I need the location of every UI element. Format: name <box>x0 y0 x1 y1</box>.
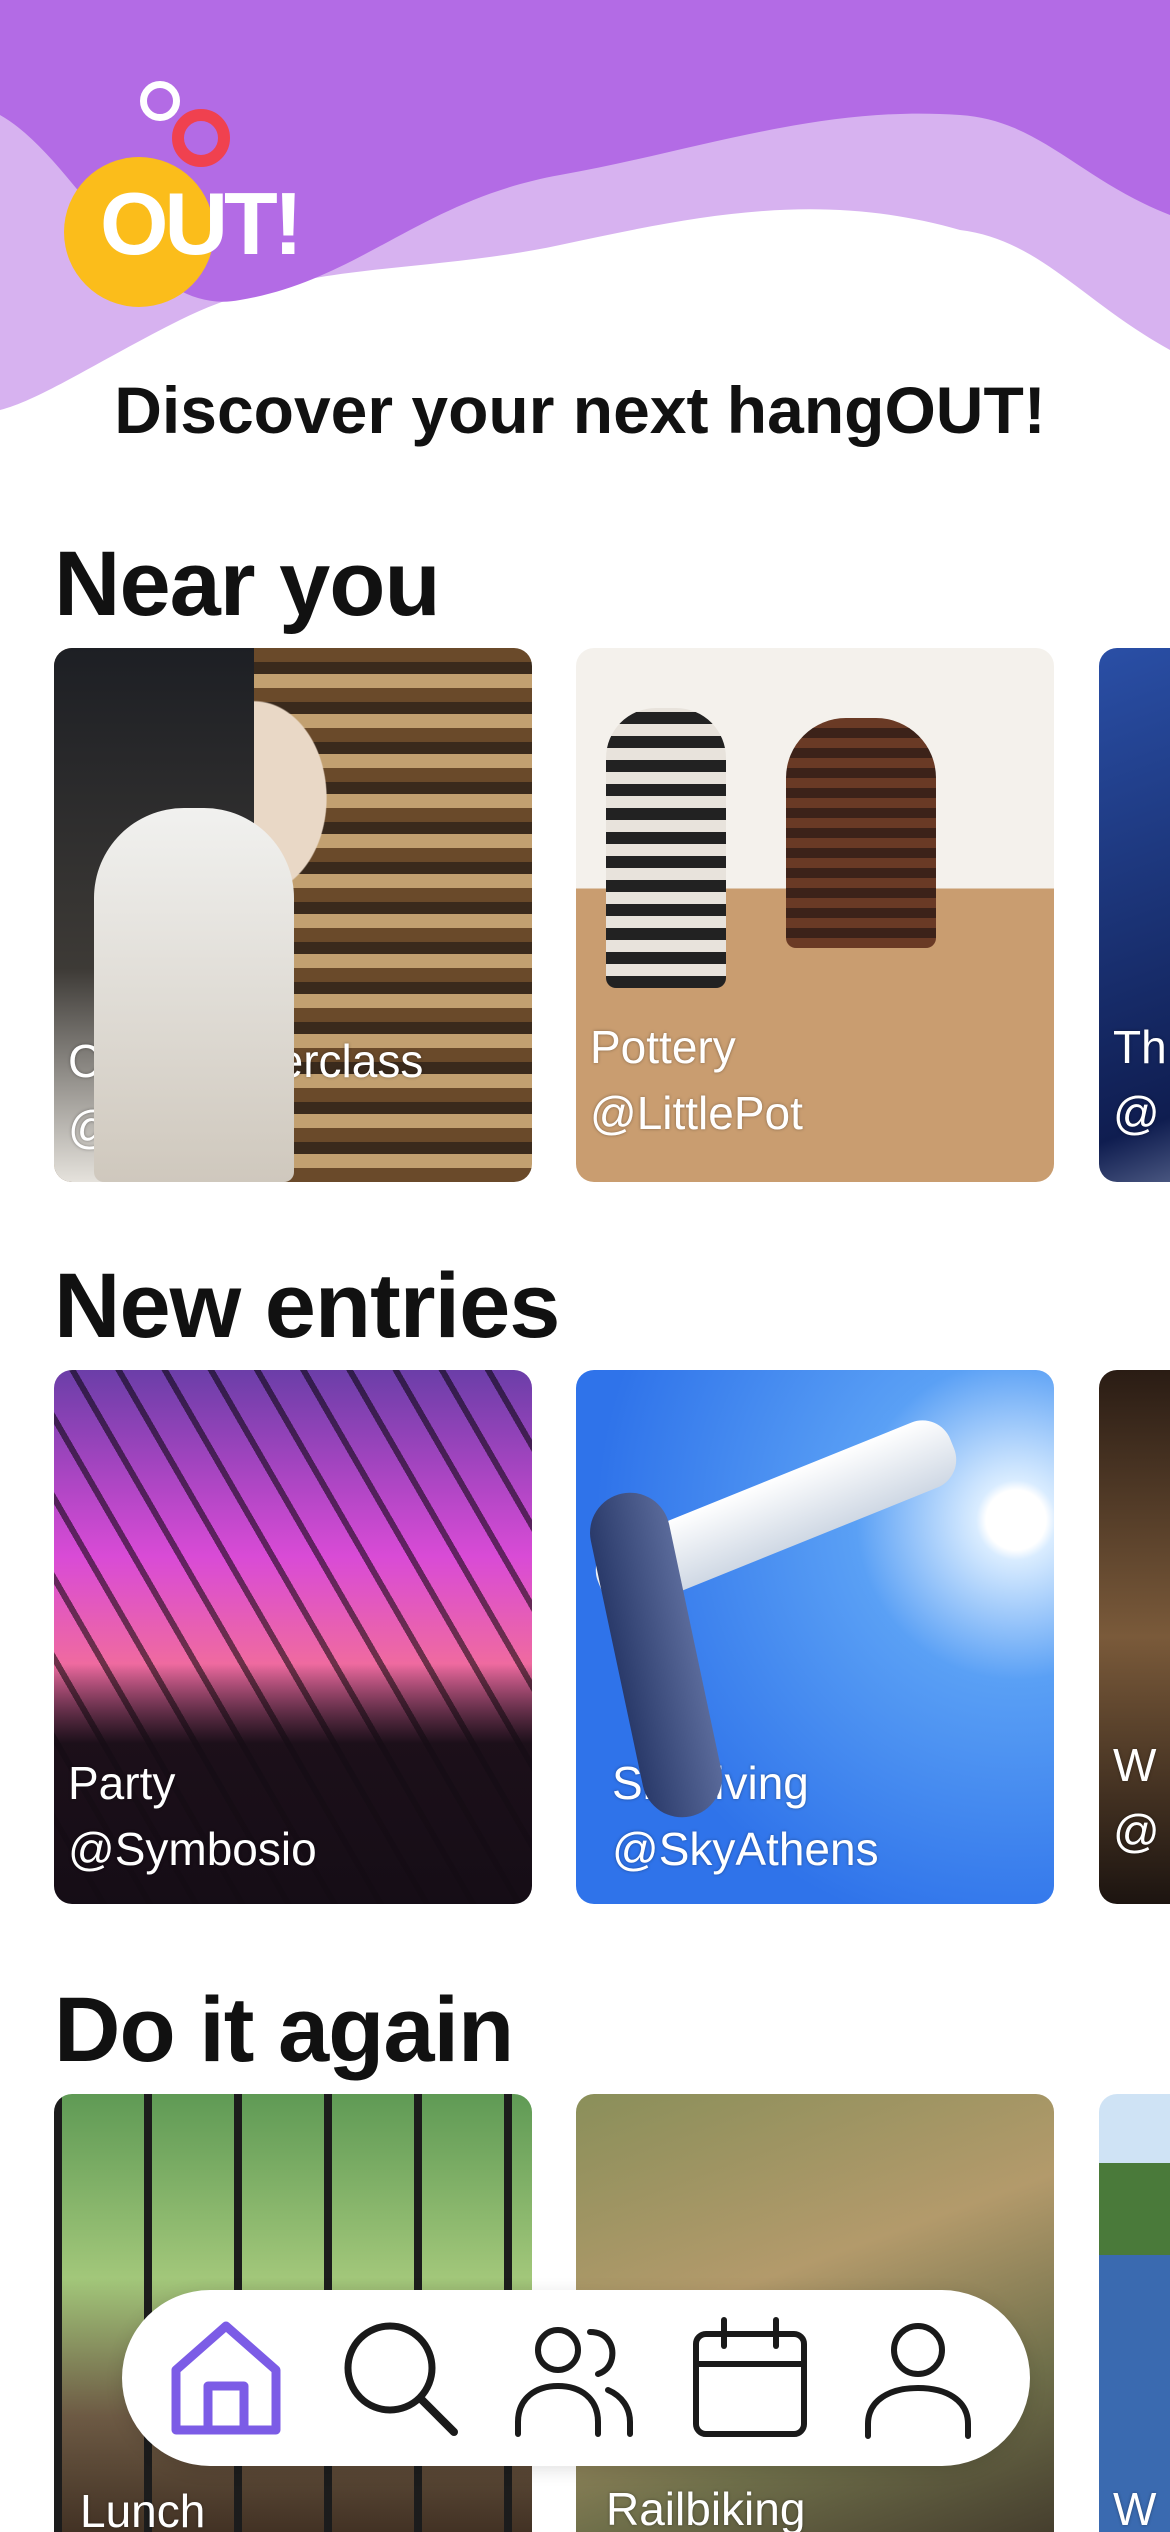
card-title: Chef masterclass <box>68 1035 424 1087</box>
activity-card[interactable]: Pottery @LittlePot <box>576 648 1054 1182</box>
nav-profile-button[interactable] <box>852 2312 984 2444</box>
nav-friends-button[interactable] <box>508 2312 640 2444</box>
card-host: @oz37 <box>68 1101 215 1153</box>
bottom-nav <box>122 2290 1030 2466</box>
nav-calendar-button[interactable] <box>684 2312 816 2444</box>
nav-home-button[interactable] <box>160 2312 292 2444</box>
card-title: Pottery <box>590 1021 736 1073</box>
header: OUT! <box>0 0 1170 420</box>
card-title: Th <box>1113 1021 1167 1073</box>
card-title: Lunch <box>80 2485 206 2532</box>
card-caption: Pottery @LittlePot <box>590 1014 803 1146</box>
section-title-near-you: Near you <box>54 533 441 635</box>
card-caption: Lunch <box>80 2478 205 2532</box>
card-title: Railbiking <box>606 2483 806 2532</box>
app-logo: OUT! <box>60 75 310 307</box>
card-caption: W @ <box>1113 1732 1160 1864</box>
carousel-new-entries[interactable]: Party @Symbosio Skydiving @SkyAthens W @ <box>0 1370 1170 1906</box>
section-title-new-entries: New entries <box>54 1255 560 1357</box>
logo-ring-red <box>172 109 230 167</box>
card-caption: W <box>1113 2476 1156 2532</box>
search-icon <box>344 2322 458 2436</box>
card-host: @LittlePot <box>590 1087 803 1139</box>
activity-card[interactable]: Party @Symbosio <box>54 1370 532 1904</box>
activity-card[interactable]: Chef masterclass @oz37 <box>54 648 532 1182</box>
section-title-do-it-again: Do it again <box>54 1979 514 2081</box>
card-caption: Chef masterclass @oz37 <box>68 1028 423 1160</box>
card-caption: Skydiving @SkyAthens <box>612 1750 879 1882</box>
nav-search-button[interactable] <box>334 2312 466 2444</box>
card-host: @ <box>1113 1805 1160 1857</box>
logo-text: OUT! <box>100 174 303 273</box>
card-caption: Railbiking <box>606 2476 805 2532</box>
card-title: W <box>1113 1739 1157 1791</box>
logo-ring-white <box>140 81 180 121</box>
activity-card[interactable]: Th @ <box>1099 648 1170 1182</box>
card-caption: Party @Symbosio <box>68 1750 317 1882</box>
profile-icon <box>865 2323 971 2439</box>
card-host: @SkyAthens <box>612 1823 879 1875</box>
home-icon <box>171 2321 281 2435</box>
card-host: @ <box>1113 1087 1160 1139</box>
calendar-icon <box>693 2317 807 2437</box>
tagline: Discover your next hangOUT! <box>114 373 1046 447</box>
card-title: Party <box>68 1757 176 1809</box>
activity-card[interactable]: Skydiving @SkyAthens <box>576 1370 1054 1904</box>
card-caption: Th @ <box>1113 1014 1167 1146</box>
card-title: Skydiving <box>612 1757 809 1809</box>
card-host: @Symbosio <box>68 1823 317 1875</box>
friends-icon <box>515 2327 633 2437</box>
activity-card[interactable]: W @ <box>1099 1370 1170 1904</box>
carousel-near-you[interactable]: Chef masterclass @oz37 Pottery @LittlePo… <box>0 648 1170 1184</box>
card-title: W <box>1113 2483 1157 2532</box>
activity-card[interactable]: W <box>1099 2094 1170 2532</box>
